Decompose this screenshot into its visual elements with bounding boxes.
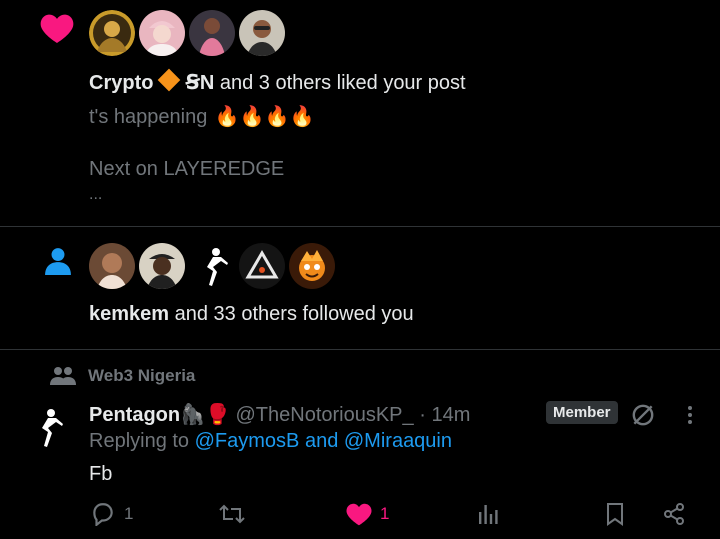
bookmark-button[interactable]: [604, 502, 626, 526]
repost-button[interactable]: [218, 502, 254, 526]
author-name[interactable]: Pentagon🦍🥊: [89, 404, 230, 426]
reply-icon: [93, 503, 113, 526]
post-header: Pentagon🦍🥊 @TheNotoriousKP_ · 14m: [89, 402, 470, 427]
post-preview-ellipsis: ...: [89, 186, 103, 203]
share-button[interactable]: [662, 502, 686, 526]
avatar[interactable]: [289, 243, 335, 289]
follow-notification[interactable]: kemkem and 33 others followed you: [0, 227, 720, 350]
people-icon: [50, 367, 76, 385]
diamond-icon: [158, 68, 181, 92]
post-preview[interactable]: t's happening 🔥🔥🔥🔥: [89, 104, 315, 129]
heart-icon: [346, 503, 372, 526]
like-notification[interactable]: Crypto ꞨN and 3 others liked your post t'…: [0, 0, 720, 227]
post-time[interactable]: 14m: [431, 404, 470, 426]
reply-button[interactable]: 1: [90, 502, 133, 526]
community-context[interactable]: Web3 Nigeria: [50, 366, 195, 386]
liker-avatars: [89, 10, 285, 56]
fire-emoji: 🔥🔥🔥🔥: [214, 106, 315, 128]
more-vertical-icon[interactable]: [682, 404, 698, 426]
slash-circle-icon[interactable]: [630, 402, 656, 428]
follow-summary-text: and 33 others followed you: [174, 303, 414, 325]
author-handle[interactable]: @TheNotoriousKP_: [235, 404, 413, 426]
views-button[interactable]: [476, 502, 500, 526]
separator: ·: [419, 404, 426, 426]
replying-prefix: Replying to: [89, 430, 190, 452]
avatar[interactable]: [89, 10, 135, 56]
member-badge: Member: [546, 401, 618, 424]
post-preview-text: t's happening: [89, 106, 208, 128]
avatar[interactable]: [139, 243, 185, 289]
like-summary-text: and 3 others liked your post: [219, 72, 466, 94]
avatar[interactable]: [24, 404, 70, 450]
community-post[interactable]: Web3 Nigeria Pentagon🦍🥊 @TheNotoriousKP_…: [0, 350, 720, 539]
like-button[interactable]: 1: [346, 502, 389, 526]
liker-name[interactable]: Crypto: [89, 72, 153, 94]
person-icon: [45, 248, 71, 275]
community-name: Web3 Nigeria: [88, 366, 196, 385]
like-summary: Crypto ꞨN and 3 others liked your post: [89, 68, 466, 95]
avatar[interactable]: [189, 10, 235, 56]
avatar[interactable]: [239, 10, 285, 56]
post-actions: 1 1: [90, 502, 690, 532]
follower-avatars: [89, 243, 335, 289]
avatar[interactable]: [189, 243, 235, 289]
like-count: 1: [380, 504, 390, 523]
repost-icon: [219, 504, 245, 524]
bookmark-icon: [607, 503, 623, 526]
post-body: Fb: [89, 463, 113, 485]
replying-targets[interactable]: @FaymosB and @Miraaquin: [195, 430, 452, 452]
follow-summary: kemkem and 33 others followed you: [89, 303, 414, 326]
follower-name[interactable]: kemkem: [89, 303, 169, 325]
share-icon: [664, 503, 684, 525]
liker-name-suffix: ꞨN: [185, 72, 215, 94]
heart-icon: [40, 14, 74, 43]
avatar[interactable]: [139, 10, 185, 56]
avatar[interactable]: [89, 243, 135, 289]
views-icon: [479, 505, 498, 524]
reply-count: 1: [124, 504, 134, 523]
replying-to: Replying to @FaymosB and @Miraaquin: [89, 430, 452, 453]
avatar[interactable]: [239, 243, 285, 289]
post-preview-line: Next on LAYEREDGE: [89, 158, 285, 180]
